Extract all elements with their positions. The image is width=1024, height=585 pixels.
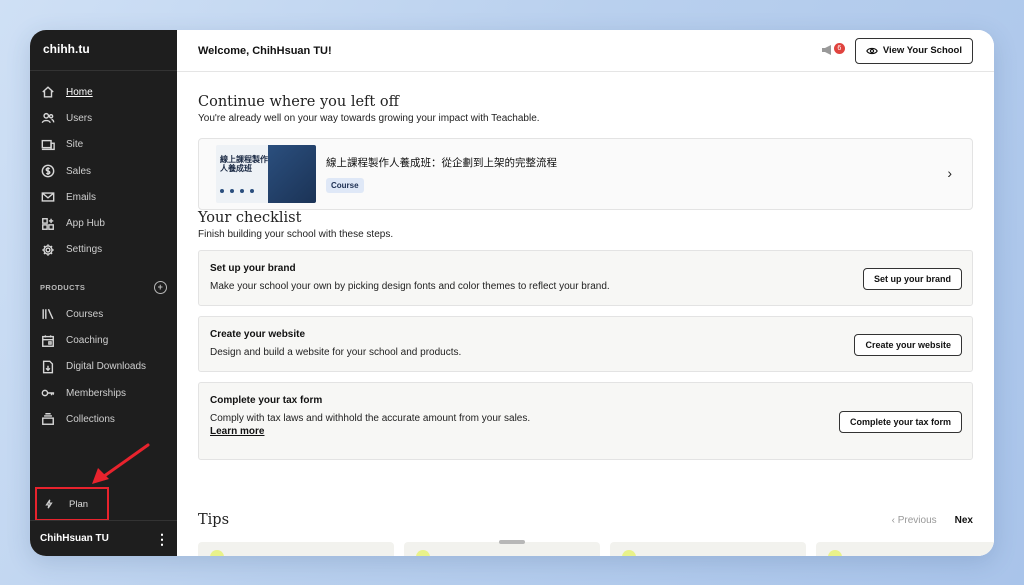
course-tag: Course bbox=[326, 178, 364, 193]
main-content: Welcome, ChihHsuan TU! 6 View Your Schoo… bbox=[177, 30, 994, 556]
sidebar-item-label: Site bbox=[66, 139, 84, 151]
key-icon bbox=[40, 385, 56, 401]
previous-button[interactable]: ‹ Previous bbox=[892, 515, 937, 526]
continue-subtitle: You're already well on your way towards … bbox=[198, 113, 540, 124]
sidebar-item-sales[interactable]: Sales bbox=[30, 158, 177, 184]
home-icon bbox=[40, 84, 56, 100]
sidebar-item-digital-downloads[interactable]: Digital Downloads bbox=[30, 354, 177, 380]
sidebar-item-label: Digital Downloads bbox=[66, 361, 147, 373]
top-bar: Welcome, ChihHsuan TU! 6 View Your Schoo… bbox=[177, 30, 994, 72]
user-account-bar[interactable]: ChihHsuan TU ⋮ bbox=[30, 520, 177, 556]
create-website-button[interactable]: Create your website bbox=[854, 334, 962, 356]
thumbnail-dots bbox=[220, 189, 254, 193]
products-heading-label: PRODUCTS bbox=[40, 282, 86, 292]
gear-icon bbox=[40, 242, 56, 258]
sidebar-item-settings[interactable]: Settings bbox=[30, 237, 177, 263]
tip-cards bbox=[198, 542, 994, 556]
course-title: 線上課程製作人養成班：從企劃到上架的完整流程 bbox=[326, 157, 557, 169]
checklist-item-tax: Complete your tax form Comply with tax l… bbox=[198, 382, 973, 460]
checklist-item-desc: Design and build a website for your scho… bbox=[210, 347, 462, 358]
sidebar-item-memberships[interactable]: Memberships bbox=[30, 380, 177, 406]
app-window: chihh.tu Home Users Site Sales Emails Ap… bbox=[30, 30, 994, 556]
sidebar-item-collections[interactable]: Collections bbox=[30, 406, 177, 432]
notification-badge: 6 bbox=[833, 42, 845, 54]
sidebar-item-label: Users bbox=[66, 112, 93, 124]
eye-icon bbox=[865, 47, 878, 54]
checklist-item-title: Set up your brand bbox=[210, 263, 296, 274]
sidebar-item-label: Emails bbox=[66, 191, 97, 203]
scroll-handle[interactable] bbox=[499, 540, 525, 544]
collections-icon bbox=[40, 411, 56, 427]
sidebar-item-label: Collections bbox=[66, 413, 115, 425]
tip-card[interactable] bbox=[610, 542, 806, 556]
sidebar-item-coaching[interactable]: Coaching bbox=[30, 327, 177, 353]
main-nav: Home Users Site Sales Emails App Hub Set… bbox=[30, 79, 177, 263]
sidebar-item-app-hub[interactable]: App Hub bbox=[30, 210, 177, 236]
checklist-heading: Your checklist bbox=[198, 210, 302, 226]
next-button[interactable]: Nex bbox=[955, 515, 973, 526]
users-icon bbox=[40, 110, 56, 126]
sidebar-item-label: Courses bbox=[66, 308, 104, 320]
courses-icon bbox=[40, 306, 56, 322]
products-heading: PRODUCTS + bbox=[30, 277, 177, 297]
dollar-icon bbox=[40, 163, 56, 179]
calendar-icon bbox=[40, 333, 56, 349]
checklist-item-desc: Make your school your own by picking des… bbox=[210, 281, 610, 292]
view-school-button[interactable]: View Your School bbox=[854, 37, 973, 64]
site-icon bbox=[40, 137, 56, 153]
chevron-right-icon[interactable]: › bbox=[947, 165, 952, 181]
apps-icon bbox=[40, 216, 56, 232]
checklist-item-title: Complete your tax form bbox=[210, 395, 323, 406]
tips-header: Tips ‹ Previous Nex bbox=[198, 512, 973, 528]
course-thumbnail: 線上課程製作人養成班 bbox=[216, 145, 316, 203]
complete-tax-form-button[interactable]: Complete your tax form bbox=[838, 411, 962, 433]
dashboard-content: Continue where you left off You're alrea… bbox=[177, 94, 994, 460]
continue-heading: Continue where you left off bbox=[198, 94, 399, 110]
sidebar-item-label: Settings bbox=[66, 244, 103, 256]
thumbnail-text: 線上課程製作人養成班 bbox=[220, 155, 268, 173]
products-nav: Courses Coaching Digital Downloads Membe… bbox=[30, 301, 177, 432]
tip-card[interactable] bbox=[404, 542, 600, 556]
tip-card[interactable] bbox=[816, 542, 994, 556]
checklist-subtitle: Finish building your school with these s… bbox=[198, 229, 394, 240]
course-card[interactable]: 線上課程製作人養成班 線上課程製作人養成班：從企劃到上架的完整流程 Course… bbox=[198, 138, 973, 210]
set-up-brand-button[interactable]: Set up your brand bbox=[862, 268, 962, 290]
top-bar-actions: 6 View Your School bbox=[821, 37, 973, 64]
sidebar-item-home[interactable]: Home bbox=[30, 79, 177, 105]
download-icon bbox=[40, 359, 56, 375]
sidebar-item-label: Plan bbox=[69, 498, 89, 510]
megaphone-icon bbox=[821, 44, 831, 55]
sidebar-item-label: Coaching bbox=[66, 335, 109, 347]
welcome-message: Welcome, ChihHsuan TU! bbox=[198, 44, 332, 57]
sidebar-item-courses[interactable]: Courses bbox=[30, 301, 177, 327]
sidebar-item-emails[interactable]: Emails bbox=[30, 184, 177, 210]
tip-card[interactable] bbox=[198, 542, 394, 556]
sidebar-item-plan[interactable]: Plan bbox=[35, 487, 109, 521]
sidebar-item-label: App Hub bbox=[66, 218, 105, 230]
sidebar-item-site[interactable]: Site bbox=[30, 132, 177, 158]
checklist-item-brand: Set up your brand Make your school your … bbox=[198, 250, 973, 306]
announcements-button[interactable]: 6 bbox=[821, 42, 845, 59]
add-product-icon[interactable]: + bbox=[154, 280, 167, 294]
user-name: ChihHsuan TU bbox=[40, 533, 109, 544]
course-info: 線上課程製作人養成班：從企劃到上架的完整流程 Course bbox=[326, 155, 557, 193]
sidebar-item-label: Sales bbox=[66, 165, 92, 177]
lightning-icon bbox=[45, 499, 53, 509]
more-options-icon[interactable]: ⋮ bbox=[155, 532, 169, 546]
view-school-label: View Your School bbox=[882, 45, 962, 56]
annotation-arrow-icon bbox=[92, 443, 150, 484]
sidebar-item-users[interactable]: Users bbox=[30, 105, 177, 131]
sidebar-item-label: Home bbox=[66, 86, 93, 98]
mail-icon bbox=[40, 189, 56, 205]
tips-heading: Tips bbox=[198, 512, 230, 528]
school-name[interactable]: chihh.tu bbox=[30, 30, 177, 71]
checklist-item-website: Create your website Design and build a w… bbox=[198, 316, 973, 372]
tips-pagination: ‹ Previous Nex bbox=[892, 515, 973, 526]
sidebar-item-label: Memberships bbox=[66, 387, 127, 399]
checklist-item-title: Create your website bbox=[210, 329, 306, 340]
thumbnail-graphic bbox=[268, 145, 316, 203]
